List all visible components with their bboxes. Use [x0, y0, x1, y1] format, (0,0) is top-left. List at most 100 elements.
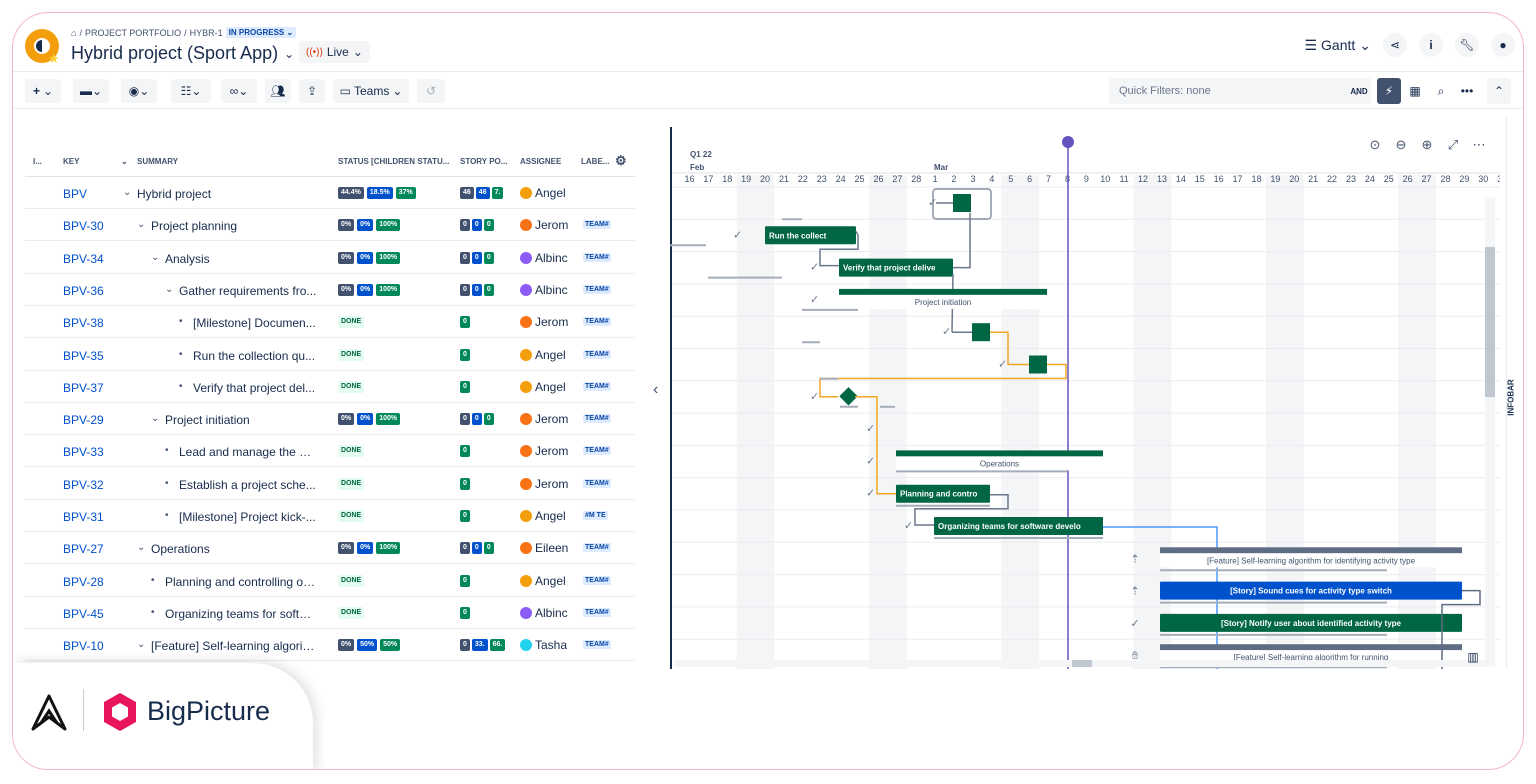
home-icon[interactable]: ⌂ [71, 28, 76, 38]
issue-key[interactable]: BPV-30 [63, 219, 104, 233]
vertical-scroll-thumb[interactable] [1485, 247, 1495, 397]
map-icon[interactable]: ▥ [1467, 650, 1478, 664]
table-row[interactable]: BPV-30 ⌄ Project planning 0% 0% 100% 0 0 0 Jerom T… [25, 209, 635, 242]
breadcrumb-portfolio[interactable]: PROJECT PORTFOLIO [85, 28, 181, 38]
issue-key[interactable]: BPV-38 [63, 316, 104, 330]
issue-key[interactable]: BPV-34 [63, 252, 104, 266]
issue-summary[interactable]: Establish a project sche... [179, 478, 317, 492]
issue-summary[interactable]: Planning and controlling of ... [165, 575, 317, 589]
issue-summary[interactable]: [Milestone] Documen... [193, 316, 317, 330]
undo-button[interactable]: ↺ [417, 79, 445, 103]
assignee-cell[interactable]: Angel [520, 509, 568, 523]
gear-icon[interactable]: ⚙ [615, 153, 627, 169]
lightning-icon[interactable]: ⚡︎ [1377, 78, 1401, 104]
link-button[interactable]: ∞⌄ [221, 79, 257, 103]
label-tag[interactable]: TEAM# [583, 478, 611, 488]
issue-key[interactable]: BPV-10 [63, 639, 104, 653]
view-switcher[interactable]: ☰ Gantt ⌄ [1304, 37, 1371, 54]
wrench-icon[interactable]: 🔧︎ [1455, 33, 1479, 57]
table-row[interactable]: BPV-31 • [Milestone] Project kick-... DONE 0… [25, 500, 635, 532]
status-badge[interactable]: IN PROGRESS ⌄ [225, 27, 297, 38]
expand-chevron-icon[interactable]: ⌄ [165, 284, 173, 295]
label-tag[interactable]: TEAM# [583, 220, 611, 230]
breadcrumb-item[interactable]: HYBR-1 [190, 28, 223, 38]
issue-key[interactable]: BPV-37 [63, 381, 104, 395]
assignee-cell[interactable]: Angel [520, 186, 568, 200]
issue-summary[interactable]: Organizing teams for softw... [165, 607, 317, 621]
assignee-cell[interactable]: Albinc [520, 283, 568, 297]
summary-bar[interactable] [1160, 644, 1462, 651]
table-row[interactable]: BPV-10 ⌄ [Feature] Self-learning algorith.… [25, 629, 635, 662]
issue-summary[interactable]: [Milestone] Project kick-... [179, 510, 317, 524]
issue-key[interactable]: BPV-36 [63, 284, 104, 298]
today-marker[interactable] [1062, 136, 1074, 148]
issue-summary[interactable]: Run the collection qu... [193, 349, 317, 363]
quick-filters-select[interactable]: Quick Filters: none ⌄ [1109, 78, 1371, 104]
table-row[interactable]: BPV-38 • [Milestone] Documen... DONE 0 Jerom T… [25, 306, 635, 339]
col-key[interactable]: KEY [63, 157, 79, 166]
view-eye-button[interactable]: ◉⌄ [121, 79, 157, 103]
summary-bar[interactable] [896, 450, 1103, 457]
issue-key[interactable]: BPV [63, 187, 87, 201]
col-assignee[interactable]: ASSIGNEE [520, 157, 561, 166]
table-row[interactable]: BPV-28 • Planning and controlling of ... DO… [25, 565, 635, 597]
more-icon[interactable]: ••• [1455, 78, 1479, 104]
label-tag[interactable]: TEAM# [583, 317, 611, 327]
issue-summary[interactable]: Verify that project del... [193, 381, 317, 395]
label-tag[interactable]: TEAM# [583, 284, 611, 294]
issue-summary[interactable]: Operations [151, 542, 317, 556]
assignee-cell[interactable]: Jerom [520, 315, 568, 329]
issue-summary[interactable]: [Feature] Self-learning algorith... [151, 639, 317, 653]
assignee-cell[interactable]: Jerom [520, 477, 568, 491]
zoom-in-icon[interactable]: ⊕ [1422, 137, 1433, 152]
folder-button[interactable]: ▬⌄ [73, 79, 109, 103]
label-tag[interactable]: TEAM# [583, 607, 611, 617]
summary-bar[interactable] [839, 288, 1047, 295]
table-row[interactable]: BPV-29 ⌄ Project initiation 0% 0% 100% 0 0 0 Jero… [25, 403, 635, 436]
table-row[interactable]: BPV-32 • Establish a project sche... DONE 0 J… [25, 468, 635, 500]
label-tag[interactable]: TEAM# [583, 349, 611, 359]
label-tag[interactable]: TEAM# [583, 543, 611, 553]
horizontal-scroll-thumb[interactable] [1072, 660, 1092, 667]
teams-dropdown[interactable]: ▭ Teams ⌄ [333, 79, 409, 103]
label-tag[interactable]: TEAM# [583, 640, 611, 650]
issue-key[interactable]: BPV-32 [63, 478, 104, 492]
table-row[interactable]: BPV-27 ⌄ Operations 0% 0% 100% 0 0 0 Eileen TEAM# [25, 532, 635, 565]
collapse-arrow-icon[interactable]: ‹ [653, 381, 658, 399]
assignee-cell[interactable]: Angel [520, 348, 568, 362]
table-row[interactable]: BPV ⌄ Hybrid project 44.4% 18.5% 37% 46 46 7. Ang… [25, 177, 635, 209]
issue-key[interactable]: BPV-35 [63, 349, 104, 363]
expand-chevron-icon[interactable]: ⌄ [137, 639, 145, 650]
milestone-square[interactable] [972, 323, 990, 342]
issue-key[interactable]: BPV-29 [63, 413, 104, 427]
label-tag[interactable]: TEAM# [583, 252, 611, 262]
issue-summary[interactable]: Gather requirements fro... [179, 284, 317, 298]
expand-icon[interactable]: ⤢ [1448, 137, 1458, 152]
issue-key[interactable]: BPV-27 [63, 542, 104, 556]
project-avatar[interactable]: ★ [25, 29, 60, 66]
issue-key[interactable]: BPV-31 [63, 510, 104, 524]
table-row[interactable]: BPV-35 • Run the collection qu... DONE 0 Ange… [25, 339, 635, 371]
zoom-out-icon[interactable]: ⊖ [1396, 137, 1407, 152]
target-icon[interactable]: ⊙ [1370, 137, 1381, 152]
col-story-points[interactable]: STORY PO... [460, 157, 507, 166]
milestone-square[interactable] [953, 194, 971, 212]
team-icon[interactable]: 👥︎ [265, 79, 291, 103]
col-labels[interactable]: LABE... [581, 157, 609, 166]
milestone-square[interactable] [1029, 355, 1047, 374]
issue-key[interactable]: BPV-28 [63, 575, 104, 589]
milestone-diamond[interactable] [839, 387, 858, 406]
export-icon[interactable]: ⇪ [299, 79, 325, 103]
infobar[interactable]: INFOBAR [1506, 117, 1523, 669]
issue-summary[interactable]: Project initiation [165, 413, 317, 427]
label-tag[interactable]: TEAM# [583, 446, 611, 456]
assignee-cell[interactable]: Albinc [520, 606, 568, 620]
expand-chevron-icon[interactable]: ⌄ [137, 219, 145, 230]
label-tag[interactable]: #M TE [583, 511, 608, 520]
label-tag[interactable]: TEAM# [583, 381, 611, 391]
table-row[interactable]: BPV-33 • Lead and manage the pr... DONE 0 Jer… [25, 435, 635, 468]
calendar-icon[interactable]: ▦ [1403, 78, 1427, 104]
expand-chevron-icon[interactable]: ⌄ [123, 187, 131, 198]
assignee-cell[interactable]: Jerom [520, 218, 568, 232]
issue-summary[interactable]: Project planning [151, 219, 317, 233]
